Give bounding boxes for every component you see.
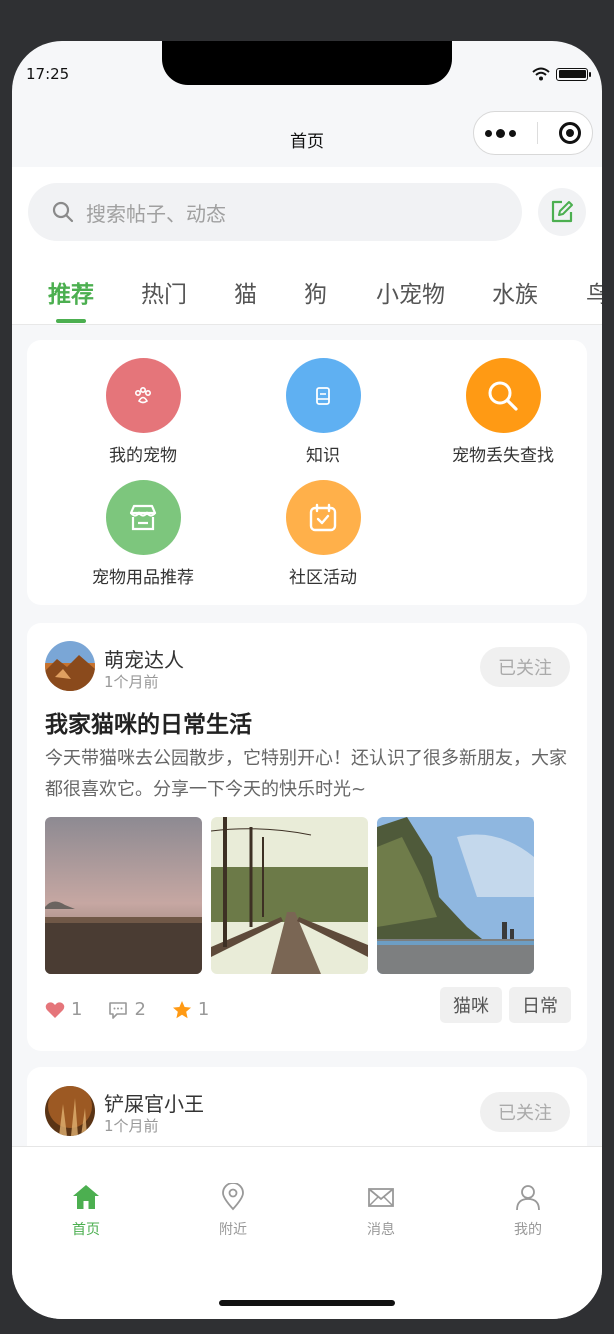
home-indicator[interactable] <box>219 1300 395 1306</box>
phone-screen: 17:25 首页 搜索帖子、动态 推荐 热门 猫 狗 小宠物 水族 鸟 我的宠物… <box>12 41 602 1319</box>
more-button[interactable] <box>484 128 516 138</box>
follow-button[interactable]: 已关注 <box>480 1092 570 1132</box>
shortcut-label: 知识 <box>306 446 340 466</box>
wifi-icon <box>532 67 550 81</box>
shortcut-label: 宠物用品推荐 <box>92 568 194 588</box>
shortcut-pet-supplies[interactable]: 宠物用品推荐 <box>53 480 233 588</box>
category-tabs: 推荐 热门 猫 狗 小宠物 水族 鸟 <box>12 275 602 325</box>
search-icon <box>52 201 74 223</box>
tabbar-home[interactable]: 首页 <box>36 1183 136 1239</box>
favorite-button[interactable]: 1 <box>172 999 209 1020</box>
store-icon <box>129 504 157 530</box>
search-placeholder: 搜索帖子、动态 <box>86 201 226 226</box>
post-image[interactable] <box>377 817 534 974</box>
battery-icon <box>556 67 591 81</box>
post-tag[interactable]: 日常 <box>509 987 571 1023</box>
notch <box>162 41 452 85</box>
shortcut-grid: 我的宠物 知识 宠物丢失查找 宠物用品推荐 社区活动 <box>27 340 587 605</box>
avatar[interactable] <box>45 1086 95 1136</box>
post-title: 我家猫咪的日常生活 <box>45 712 252 738</box>
heart-icon <box>45 1001 65 1018</box>
post-image[interactable] <box>211 817 368 974</box>
calendar-check-icon <box>309 503 337 531</box>
tab-recommend[interactable]: 推荐 <box>48 275 94 309</box>
shortcut-knowledge[interactable]: 知识 <box>233 358 413 466</box>
like-count: 1 <box>71 999 83 1020</box>
tab-aquarium[interactable]: 水族 <box>492 275 538 309</box>
mail-icon <box>368 1188 394 1207</box>
shortcut-label: 社区活动 <box>289 568 357 588</box>
shortcut-my-pets[interactable]: 我的宠物 <box>53 358 233 466</box>
home-icon <box>73 1185 99 1209</box>
author-name[interactable]: 萌宠达人 <box>104 644 184 673</box>
tabbar-profile[interactable]: 我的 <box>478 1183 578 1239</box>
tab-dog[interactable]: 狗 <box>304 275 327 309</box>
shortcut-lost-pet-search[interactable]: 宠物丢失查找 <box>413 358 593 466</box>
tabbar-label: 附近 <box>219 1222 247 1238</box>
favorite-count: 1 <box>197 999 210 1020</box>
post-card[interactable]: 萌宠达人 1个月前 已关注 我家猫咪的日常生活 今天带猫咪去公园散步，它特别开心… <box>27 623 587 1051</box>
shortcut-label: 我的宠物 <box>109 446 177 466</box>
post-image[interactable] <box>45 817 202 974</box>
tab-hot[interactable]: 热门 <box>141 275 187 309</box>
close-button[interactable] <box>559 122 582 144</box>
post-tag[interactable]: 猫咪 <box>440 987 502 1023</box>
shortcut-label: 宠物丢失查找 <box>452 446 554 466</box>
star-icon <box>172 1000 191 1018</box>
status-time: 17:25 <box>26 65 70 83</box>
user-icon <box>516 1185 540 1211</box>
paw-icon <box>134 386 152 403</box>
tabbar-label: 首页 <box>72 1222 100 1238</box>
tabbar-messages[interactable]: 消息 <box>331 1183 431 1239</box>
post-time: 1个月前 <box>104 673 159 691</box>
book-icon <box>316 386 330 405</box>
mini-program-capsule <box>473 111 593 155</box>
tabbar-nearby[interactable]: 附近 <box>183 1182 283 1239</box>
comment-count: 2 <box>134 999 146 1020</box>
like-button[interactable]: 1 <box>45 999 82 1020</box>
tab-small-pets[interactable]: 小宠物 <box>376 275 445 309</box>
search-icon <box>488 381 518 411</box>
tabbar-label: 我的 <box>514 1222 542 1238</box>
comment-icon <box>109 1001 128 1019</box>
edit-icon <box>551 200 573 223</box>
tab-cat[interactable]: 猫 <box>234 275 257 309</box>
tabbar-label: 消息 <box>367 1222 395 1238</box>
search-input[interactable]: 搜索帖子、动态 <box>28 183 522 241</box>
comment-button[interactable]: 2 <box>108 999 146 1020</box>
post-stats: 1 2 1 <box>45 999 235 1020</box>
bottom-tab-bar: 首页 附近 消息 我的 <box>12 1146 602 1319</box>
author-name[interactable]: 铲屎官小王 <box>104 1088 204 1117</box>
follow-button[interactable]: 已关注 <box>480 647 570 687</box>
tab-bird[interactable]: 鸟 <box>586 275 602 309</box>
new-post-button[interactable] <box>538 188 586 236</box>
avatar[interactable] <box>45 641 95 691</box>
status-icons <box>532 67 591 81</box>
post-time: 1个月前 <box>104 1117 159 1135</box>
location-pin-icon <box>222 1182 244 1211</box>
active-tab-indicator <box>56 319 86 323</box>
shortcut-community-events[interactable]: 社区活动 <box>233 480 413 588</box>
post-body: 今天带猫咪去公园散步，它特别开心！还认识了很多新朋友，大家都很喜欢它。分享一下今… <box>45 748 567 800</box>
